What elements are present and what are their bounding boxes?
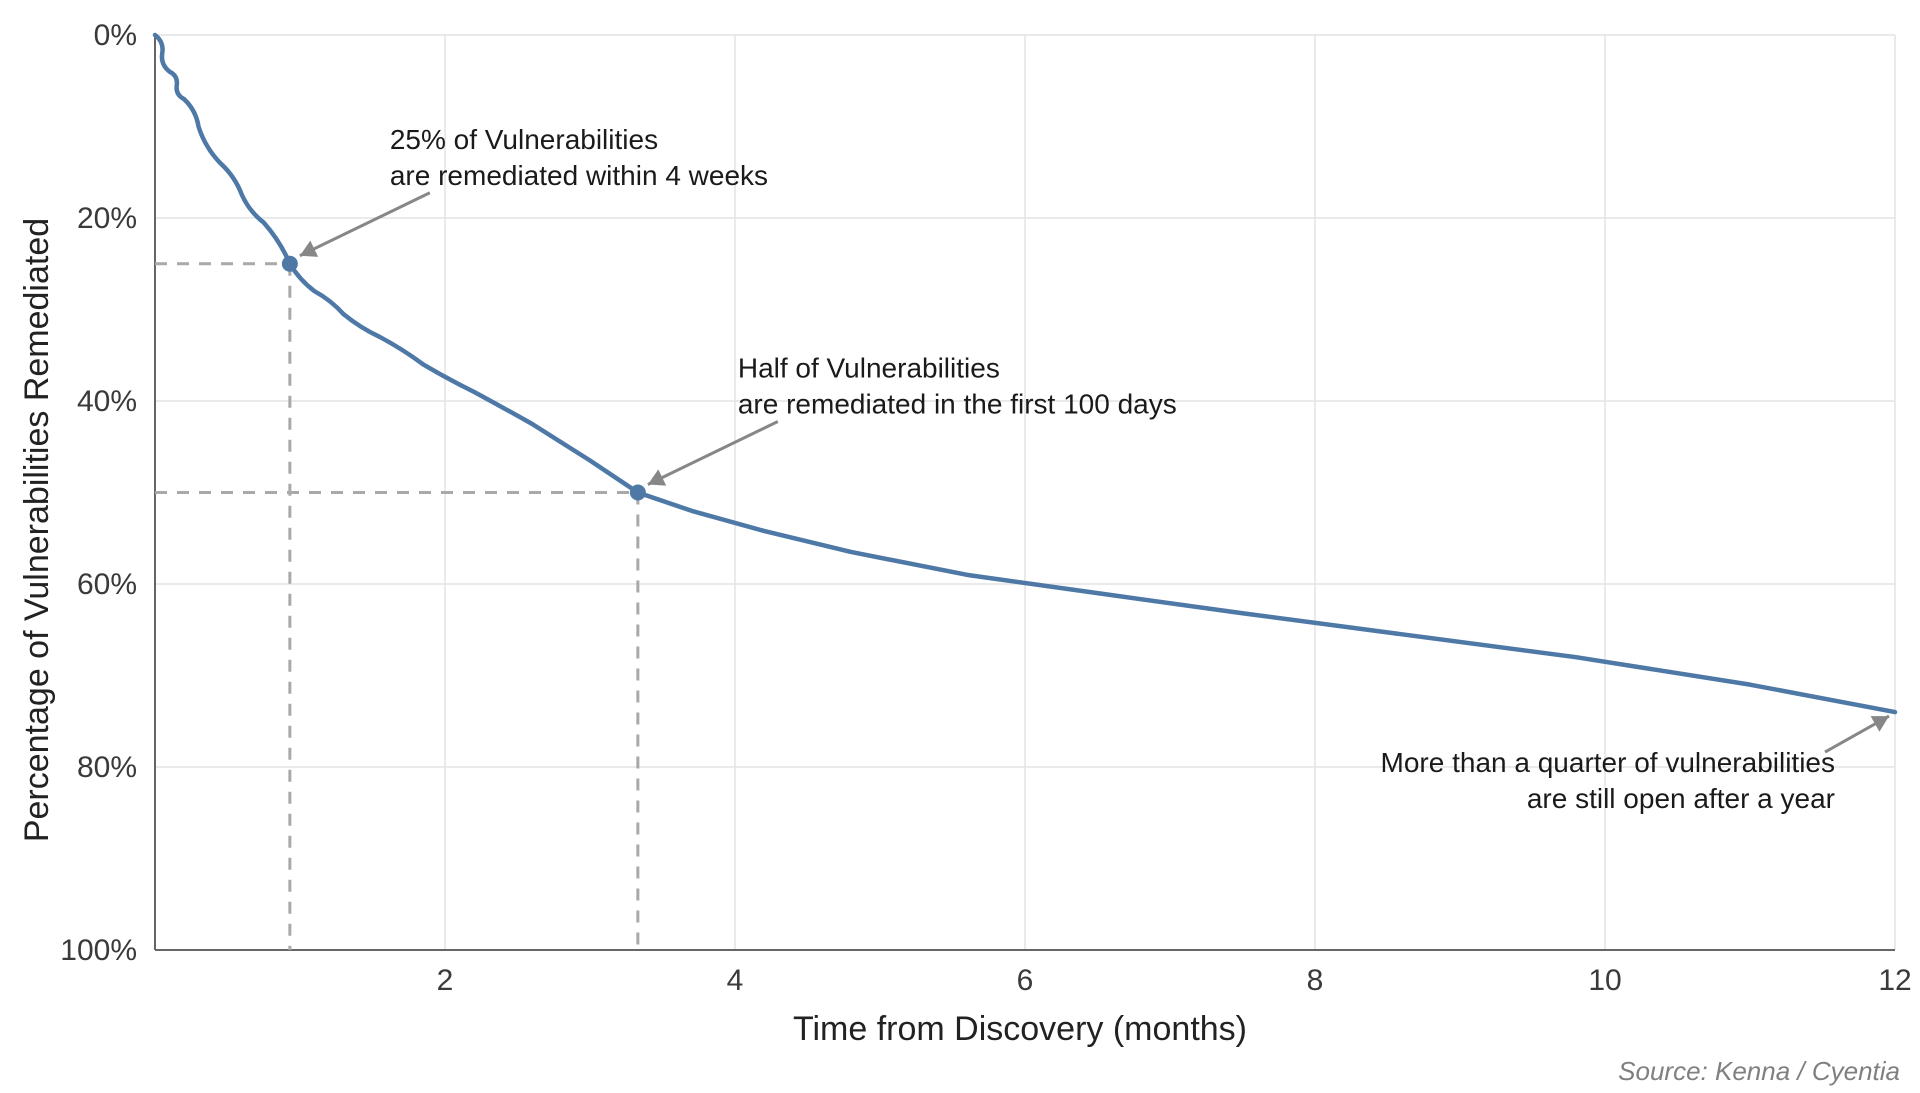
plot-area: 0% 20% 40% 60% 80% 100% 2 4 6 8 10 12 25% of Vulnera… — [60, 19, 1911, 997]
x-tick-label: 6 — [1017, 964, 1034, 997]
x-tick-label: 4 — [727, 964, 744, 997]
annotation-p50-line2: are remediated in the first 100 days — [738, 389, 1177, 420]
vulnerability-remediation-chart: 0% 20% 40% 60% 80% 100% 2 4 6 8 10 12 25% of Vulnera… — [0, 0, 1920, 1093]
y-tick-label: 40% — [77, 385, 137, 418]
x-tick-label: 8 — [1307, 964, 1324, 997]
data-point-marker — [630, 485, 645, 500]
y-tick-label: 60% — [77, 568, 137, 601]
annotation-year-line2: are still open after a year — [1527, 783, 1835, 814]
x-tick-label: 10 — [1588, 964, 1621, 997]
y-tick-label: 20% — [77, 202, 137, 235]
y-tick-label: 80% — [77, 751, 137, 784]
reference-lines — [155, 264, 638, 950]
annotation-year-line1: More than a quarter of vulnerabilities — [1381, 747, 1835, 778]
annotation-arrow — [300, 193, 430, 256]
y-axis-label: Percentage of Vulnerabilities Remediated — [18, 218, 56, 842]
source-credit: Source: Kenna / Cyentia — [1618, 1056, 1900, 1086]
x-axis-label: Time from Discovery (months) — [793, 1010, 1247, 1048]
data-point-marker — [282, 256, 297, 271]
x-tick-label: 2 — [437, 964, 454, 997]
chart-svg: 0% 20% 40% 60% 80% 100% 2 4 6 8 10 12 25% of Vulnera… — [0, 0, 1920, 1093]
y-tick-label: 100% — [60, 934, 137, 967]
annotation-p25-line1: 25% of Vulnerabilities — [390, 124, 658, 155]
annotation-p50-line1: Half of Vulnerabilities — [738, 353, 1000, 384]
annotation-p25-line2: are remediated within 4 weeks — [390, 160, 768, 191]
annotation-arrow — [648, 422, 778, 485]
x-tick-label: 12 — [1878, 964, 1911, 997]
y-tick-label: 0% — [94, 19, 137, 52]
